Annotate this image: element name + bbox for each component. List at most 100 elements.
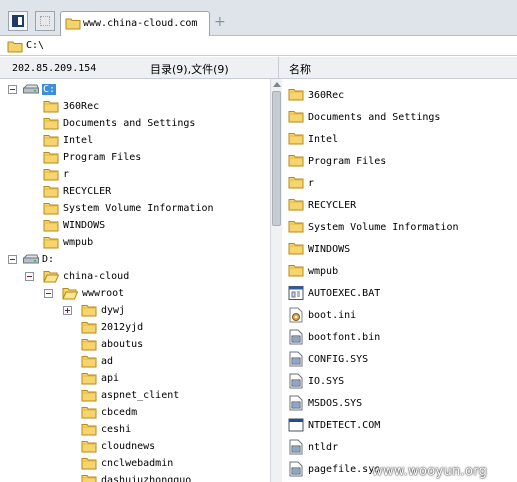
- tree-item-label: ceshi: [101, 424, 132, 435]
- tree-item-folder[interactable]: dashujuzhongguo: [0, 472, 268, 482]
- list-item-label: WINDOWS: [308, 244, 351, 255]
- system-file-icon: [289, 329, 303, 345]
- tree-item-folder[interactable]: WINDOWS: [0, 217, 268, 234]
- collapse-toggle-icon[interactable]: [8, 85, 17, 94]
- list-item-label: NTDETECT.COM: [308, 420, 381, 431]
- tree-item-label: cloudnews: [101, 441, 156, 452]
- tree-item-folder[interactable]: ad: [0, 353, 268, 370]
- list-item-label: Program Files: [308, 156, 387, 167]
- drive-icon: [22, 254, 39, 264]
- folder-icon: [43, 135, 59, 147]
- tree-item-folder[interactable]: ceshi: [0, 421, 268, 438]
- ini-file-icon: [289, 307, 303, 323]
- tree-item-folder[interactable]: System Volume Information: [0, 200, 268, 217]
- tree-item-folder[interactable]: 2012yjd: [0, 319, 268, 336]
- tree-item-label: D:: [42, 254, 55, 265]
- tree-item-folder[interactable]: aboutus: [0, 336, 268, 353]
- folder-icon: [43, 169, 59, 181]
- system-file-icon: [289, 439, 303, 455]
- system-file-icon: [289, 373, 303, 389]
- panel-icon: [12, 15, 24, 27]
- folder-tree: C: 360Rec Documents and Settings Intel Progr…: [0, 79, 270, 482]
- folder-icon: [81, 356, 97, 368]
- tree-item-label: aboutus: [101, 339, 144, 350]
- tree-item-folder[interactable]: 360Rec: [0, 98, 268, 115]
- folder-icon: [7, 41, 23, 53]
- address-bar[interactable]: C:\: [0, 36, 517, 56]
- tree-item-dywj[interactable]: dywj: [0, 302, 268, 319]
- tree-item-label: Program Files: [63, 152, 142, 163]
- server-ip: 202.85.209.154: [12, 63, 97, 74]
- tree-item-folder[interactable]: wmpub: [0, 234, 268, 251]
- drive-icon: [22, 84, 39, 94]
- panel-toggle-button[interactable]: [8, 11, 28, 31]
- tree-item-label: wmpub: [63, 237, 94, 248]
- tree-item-label: dashujuzhongguo: [101, 475, 192, 482]
- tree-item-folder[interactable]: r: [0, 166, 268, 183]
- tree-item-folder[interactable]: cloudnews: [0, 438, 268, 455]
- column-divider[interactable]: [278, 57, 279, 79]
- expand-toggle-icon[interactable]: [63, 306, 72, 315]
- list-item-label: ntldr: [308, 442, 339, 453]
- blank-tab-button[interactable]: [35, 11, 55, 31]
- name-column-header[interactable]: 名称: [289, 61, 311, 77]
- folder-icon: [65, 18, 81, 30]
- tree-item-folder[interactable]: Documents and Settings: [0, 115, 268, 132]
- folder-icon: [81, 322, 97, 334]
- item-count: 目录(9),文件(9): [150, 63, 229, 76]
- system-file-icon: [289, 395, 303, 411]
- tree-item-folder[interactable]: Program Files: [0, 149, 268, 166]
- list-item-label: IO.SYS: [308, 376, 345, 387]
- tree-scrollbar[interactable]: [270, 79, 282, 482]
- folder-icon: [81, 305, 97, 317]
- tree-item-china-cloud[interactable]: china-cloud: [0, 268, 268, 285]
- folder-icon: [288, 111, 304, 123]
- list-item-label: wmpub: [308, 266, 339, 277]
- tree-item-folder[interactable]: cnclwebadmin: [0, 455, 268, 472]
- folder-icon: [288, 265, 304, 277]
- tree-item-c-drive[interactable]: C:: [0, 81, 268, 98]
- file-list: 360Rec Documents and Settings Intel Program…: [282, 79, 517, 482]
- folder-icon: [288, 221, 304, 233]
- tree-item-label: 2012yjd: [101, 322, 144, 333]
- tree-item-label: ad: [101, 356, 114, 367]
- tree-item-label: Documents and Settings: [63, 118, 196, 129]
- folder-icon: [81, 373, 97, 385]
- application-file-icon: [288, 418, 304, 432]
- list-item-label: bootfont.bin: [308, 332, 381, 343]
- list-item-label: RECYCLER: [308, 200, 357, 211]
- tree-item-folder[interactable]: RECYCLER: [0, 183, 268, 200]
- scroll-up-icon[interactable]: [273, 82, 281, 87]
- list-item-label: r: [308, 178, 315, 189]
- folder-icon: [288, 177, 304, 189]
- tree-item-label: WINDOWS: [63, 220, 106, 231]
- tab-china-cloud[interactable]: www.china-cloud.com: [60, 11, 210, 37]
- tree-item-label: wwwroot: [82, 288, 125, 299]
- open-folder-icon: [62, 288, 78, 300]
- folder-icon: [81, 339, 97, 351]
- tree-item-folder[interactable]: api: [0, 370, 268, 387]
- tree-item-folder[interactable]: Intel: [0, 132, 268, 149]
- open-folder-icon: [43, 271, 59, 283]
- tree-item-d-drive[interactable]: D:: [0, 251, 268, 268]
- tree-item-folder[interactable]: aspnet_client: [0, 387, 268, 404]
- list-item-label: CONFIG.SYS: [308, 354, 369, 365]
- new-tab-button[interactable]: +: [214, 14, 226, 30]
- list-item-label: 360Rec: [308, 90, 345, 101]
- tree-item-folder[interactable]: cbcedm: [0, 404, 268, 421]
- tree-item-wwwroot[interactable]: wwwroot: [0, 285, 268, 302]
- folder-icon: [288, 89, 304, 101]
- scroll-thumb[interactable]: [272, 91, 281, 226]
- folder-icon: [288, 155, 304, 167]
- folder-icon: [81, 390, 97, 402]
- address-path: C:\: [26, 40, 45, 51]
- tree-item-label: china-cloud: [63, 271, 130, 282]
- tree-item-label: r: [63, 169, 70, 180]
- collapse-toggle-icon[interactable]: [44, 289, 53, 298]
- tree-item-label: cbcedm: [101, 407, 138, 418]
- collapse-toggle-icon[interactable]: [25, 272, 34, 281]
- folder-icon: [43, 152, 59, 164]
- collapse-toggle-icon[interactable]: [8, 255, 17, 264]
- watermark: www.wooyun.org: [372, 464, 488, 479]
- folder-icon: [43, 203, 59, 215]
